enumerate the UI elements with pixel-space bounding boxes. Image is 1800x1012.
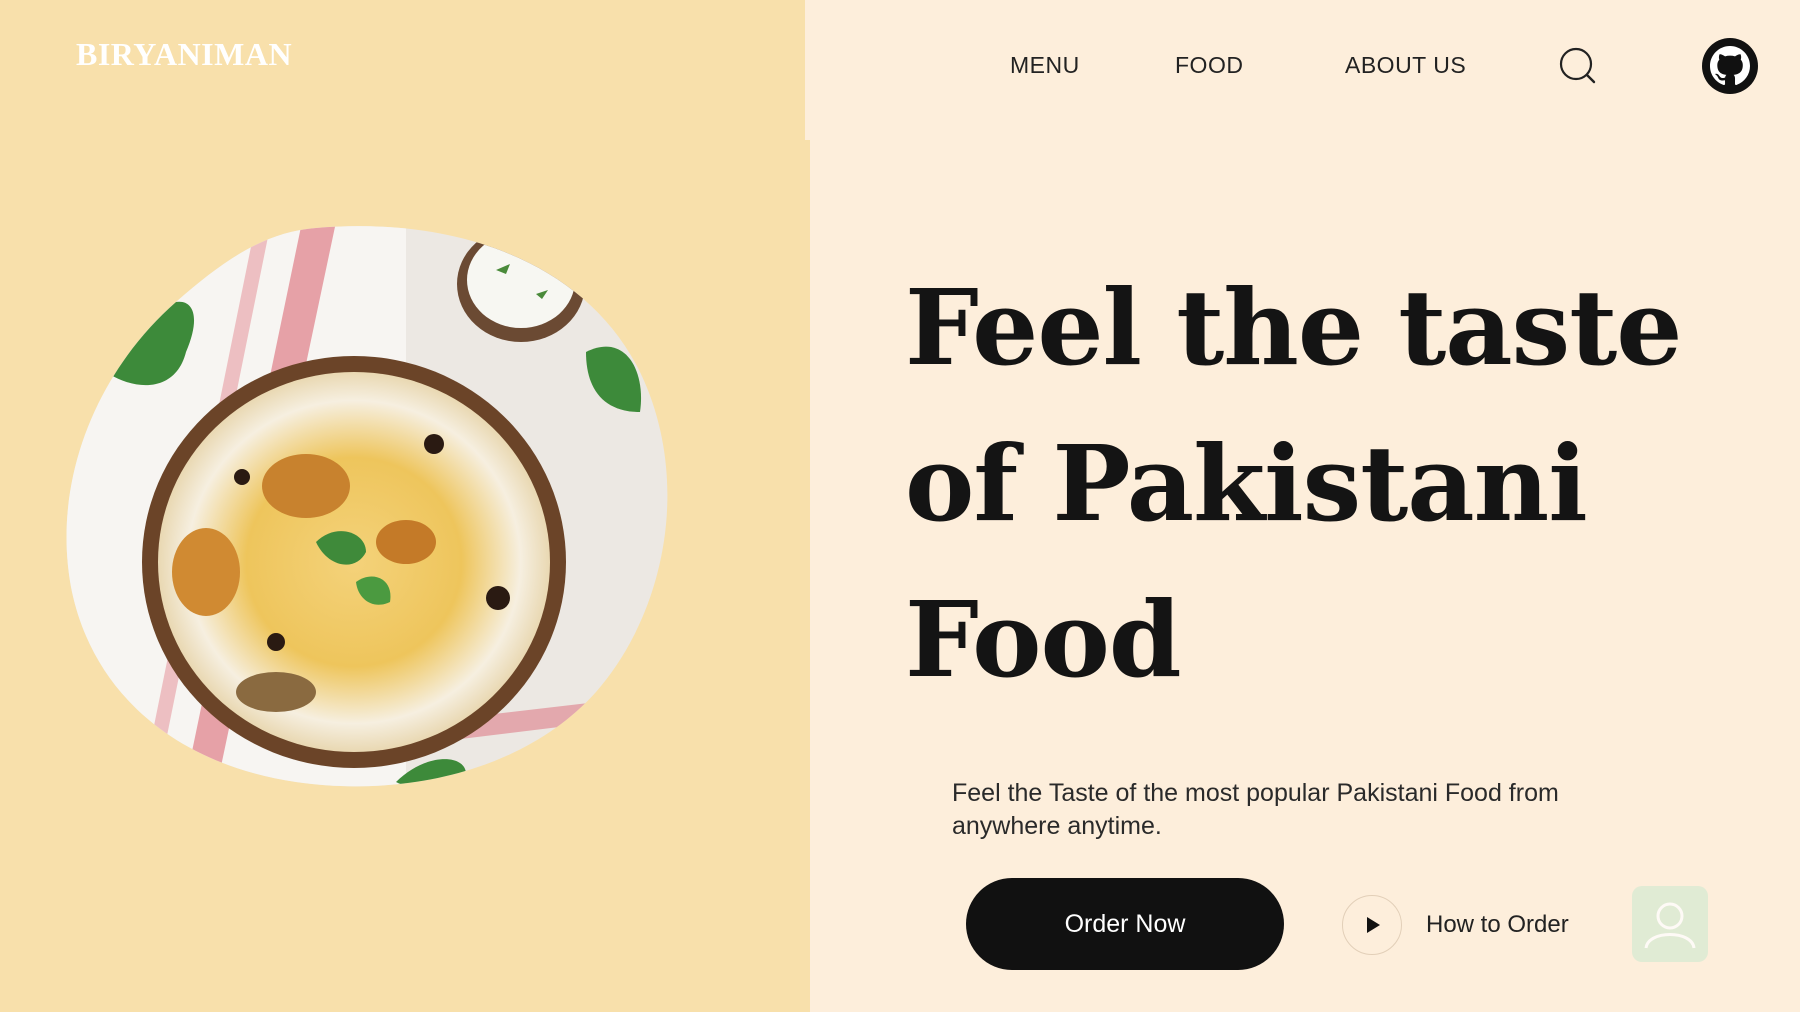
play-icon	[1367, 917, 1380, 933]
hero-title-line: of Pakistani	[905, 422, 1588, 545]
biryani-dish-image	[66, 226, 668, 787]
nav-menu-link[interactable]: MENU	[1010, 52, 1080, 79]
floating-widget-icon[interactable]	[1632, 886, 1708, 962]
main-nav: MENU FOOD ABOUT US	[0, 52, 1800, 92]
hero-title-line: Food	[905, 578, 1182, 701]
hero-title: Feel the taste of Pakistani Food	[905, 250, 1682, 718]
order-now-button[interactable]: Order Now	[966, 878, 1284, 970]
github-icon	[1710, 46, 1750, 86]
github-button[interactable]	[1702, 38, 1758, 94]
hero-subtitle: Feel the Taste of the most popular Pakis…	[952, 779, 1559, 840]
how-to-order-label: How to Order	[1426, 911, 1569, 938]
nav-about-us-link[interactable]: ABOUT US	[1345, 52, 1466, 79]
hero-title-line: Feel the taste	[905, 266, 1682, 389]
search-icon[interactable]	[1558, 46, 1598, 86]
play-button[interactable]	[1342, 895, 1402, 955]
nav-food-link[interactable]: FOOD	[1175, 52, 1243, 79]
how-to-order-link[interactable]: How to Order	[1342, 894, 1569, 956]
